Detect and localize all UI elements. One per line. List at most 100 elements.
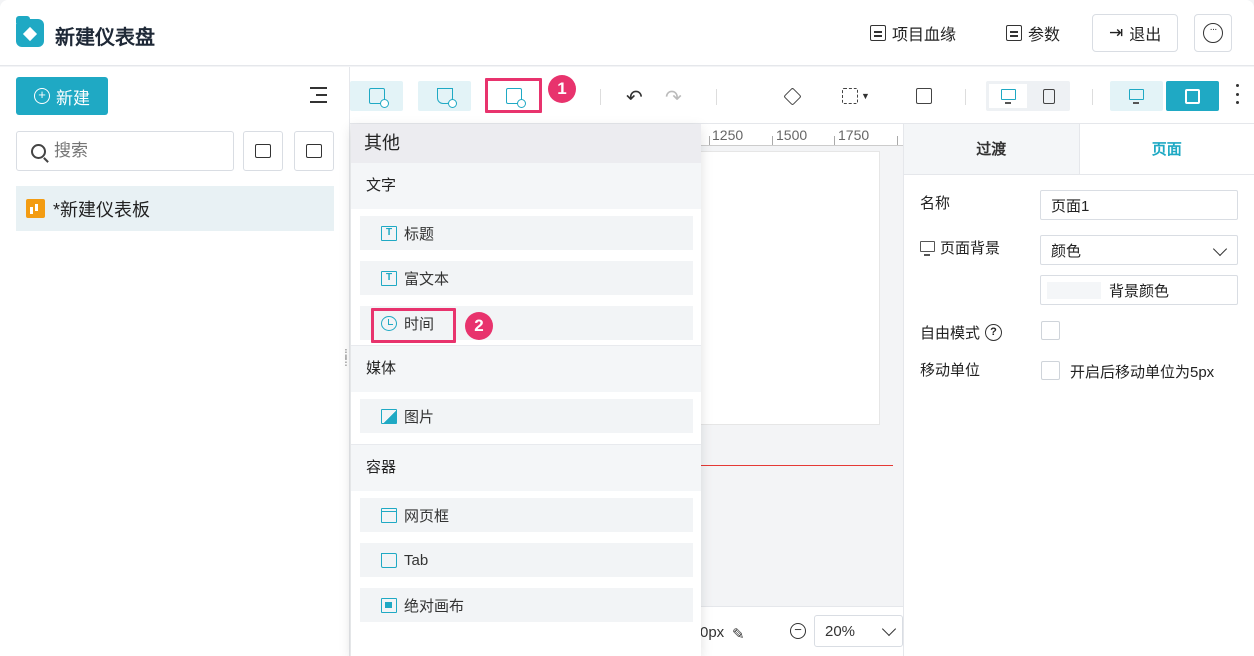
tree-item-label: *新建仪表板 <box>53 199 151 220</box>
move-unit-checkbox[interactable] <box>1041 361 1060 380</box>
align-distribute-icon <box>842 88 859 104</box>
params-button[interactable]: 参数 <box>1006 14 1060 52</box>
new-button[interactable]: + 新建 <box>16 77 108 115</box>
name-label-text: 名称 <box>920 195 951 212</box>
section-media: 媒体 <box>351 346 701 392</box>
page-name-value: 页面1 <box>1051 197 1090 215</box>
dashboard-app-icon <box>16 16 44 47</box>
move-unit-label: 移动单位 <box>920 359 980 380</box>
move-unit-checkbox-text: 开启后移动单位为5px <box>1070 364 1215 381</box>
zoom-value: 20% <box>825 622 856 640</box>
move-unit-text: 移动单位 <box>920 362 981 379</box>
add-chart-icon <box>368 88 389 108</box>
app-header: 新建仪表盘 项目血缘 参数 ⇥ 退出 ··· <box>0 0 1254 66</box>
page-canvas[interactable] <box>700 152 879 424</box>
page-name-input[interactable]: 页面1 <box>1040 190 1238 220</box>
project-lineage-label: 项目血缘 <box>892 27 957 44</box>
menu-item-label: Tab <box>404 551 429 569</box>
save-icon <box>1185 88 1200 104</box>
menu-item-label: 图片 <box>404 408 435 426</box>
editor-toolbar: 1 ↶ ↷ ▼ <box>350 67 1254 124</box>
menu-item-image[interactable]: 图片 <box>360 399 693 433</box>
toolbar-divider <box>965 89 966 105</box>
device-toggle <box>986 81 1070 111</box>
lineage-icon <box>870 25 886 41</box>
collapse-sidebar-icon[interactable] <box>310 87 327 103</box>
more-button[interactable]: ··· <box>1194 14 1232 52</box>
drag-handle-icon[interactable]: ⁞ ⁞ <box>344 347 348 368</box>
bg-color-button[interactable]: 背景颜色 <box>1040 275 1238 305</box>
tab-transition[interactable]: 过渡 <box>904 124 1080 174</box>
title-text-icon: T <box>381 225 397 241</box>
toolbar-divider <box>716 89 717 105</box>
sidebar: + 新建 *新建仪表板 <box>0 67 350 656</box>
canvas-status-bar: 0px ✎ − 20% <box>700 606 903 656</box>
menu-item-absolute-canvas[interactable]: 绝对画布 <box>360 588 693 622</box>
tab-page[interactable]: 页面 <box>1079 124 1254 174</box>
page-settings-icon <box>916 88 932 104</box>
align-button[interactable]: ▼ <box>838 81 874 111</box>
mobile-view-button[interactable] <box>1030 84 1068 108</box>
save-button[interactable] <box>1166 81 1219 111</box>
web-frame-icon <box>381 507 397 523</box>
project-lineage-button[interactable]: 项目血缘 <box>870 14 956 52</box>
section-text: 文字 <box>351 163 701 209</box>
exit-button[interactable]: ⇥ 退出 <box>1092 14 1179 52</box>
zoom-select[interactable]: 20% <box>814 615 903 647</box>
new-folder-button[interactable] <box>294 131 334 171</box>
dropdown-title: 其他 <box>351 124 701 163</box>
menu-item-tab[interactable]: Tab <box>360 543 693 577</box>
exit-label: 退出 <box>1129 27 1162 44</box>
menu-item-label: 网页框 <box>404 507 450 525</box>
chevron-down-icon <box>1212 241 1228 257</box>
redo-icon[interactable]: ↷ <box>665 85 682 110</box>
clear-style-button[interactable] <box>774 81 810 111</box>
bg-type-select[interactable]: 颜色 <box>1040 235 1238 265</box>
toolbar-divider <box>1092 89 1093 105</box>
menu-item-label: 标题 <box>404 225 435 243</box>
guide-line <box>700 465 893 466</box>
ruler-label: 1500 <box>776 127 808 143</box>
more-icon: ··· <box>1203 23 1223 43</box>
batch-select-button[interactable] <box>243 131 283 171</box>
desktop-view-button[interactable] <box>989 84 1027 108</box>
bg-label: 页面背景 <box>920 237 1000 258</box>
edit-pen-icon[interactable]: ✎ <box>732 625 745 643</box>
section-container: 容器 <box>351 445 701 491</box>
zoom-out-icon[interactable]: − <box>790 623 806 639</box>
add-other-dropdown: 其他 文字 T 标题 T 富文本 时间 媒体 图片 容器 网页框 Tab 绝对画… <box>351 124 701 656</box>
rich-text-icon: T <box>381 270 397 286</box>
help-icon[interactable]: ? <box>985 324 1003 341</box>
monitor-icon <box>920 240 935 256</box>
tree-item-dashboard[interactable]: *新建仪表板 <box>16 186 334 231</box>
search-input[interactable] <box>54 141 214 161</box>
free-mode-label: 自由模式 ? <box>920 322 1003 343</box>
absolute-canvas-icon <box>381 597 397 613</box>
menu-item-rich-text[interactable]: T 富文本 <box>360 261 693 295</box>
exit-icon: ⇥ <box>1109 23 1124 42</box>
search-box[interactable] <box>16 131 234 171</box>
dashboard-icon <box>26 199 45 218</box>
horizontal-ruler: 1250 1500 1750 <box>700 124 903 146</box>
menu-item-label: 富文本 <box>404 270 450 288</box>
tab-folder-icon <box>381 552 397 568</box>
menu-item-label: 绝对画布 <box>404 597 465 615</box>
preview-button[interactable] <box>1110 81 1163 111</box>
page-settings-button[interactable] <box>906 81 942 111</box>
ruler-label: 1750 <box>838 127 870 143</box>
bg-type-value: 颜色 <box>1051 242 1082 260</box>
add-filter-button[interactable] <box>418 81 471 111</box>
plus-circle-icon: + <box>34 88 50 104</box>
free-mode-checkbox[interactable] <box>1041 321 1060 340</box>
new-button-label: 新建 <box>56 88 90 108</box>
undo-icon[interactable]: ↶ <box>626 85 643 110</box>
toolbar-more-icon[interactable] <box>1236 84 1240 104</box>
checkbox-icon <box>255 144 271 158</box>
move-unit-checkbox-label: 开启后移动单位为5px <box>1070 361 1214 382</box>
add-component-button[interactable] <box>350 81 403 111</box>
menu-item-webframe[interactable]: 网页框 <box>360 498 693 532</box>
params-icon <box>1006 25 1022 41</box>
step2-badge: 2 <box>465 312 493 340</box>
image-icon <box>381 408 397 424</box>
menu-item-title[interactable]: T 标题 <box>360 216 693 250</box>
